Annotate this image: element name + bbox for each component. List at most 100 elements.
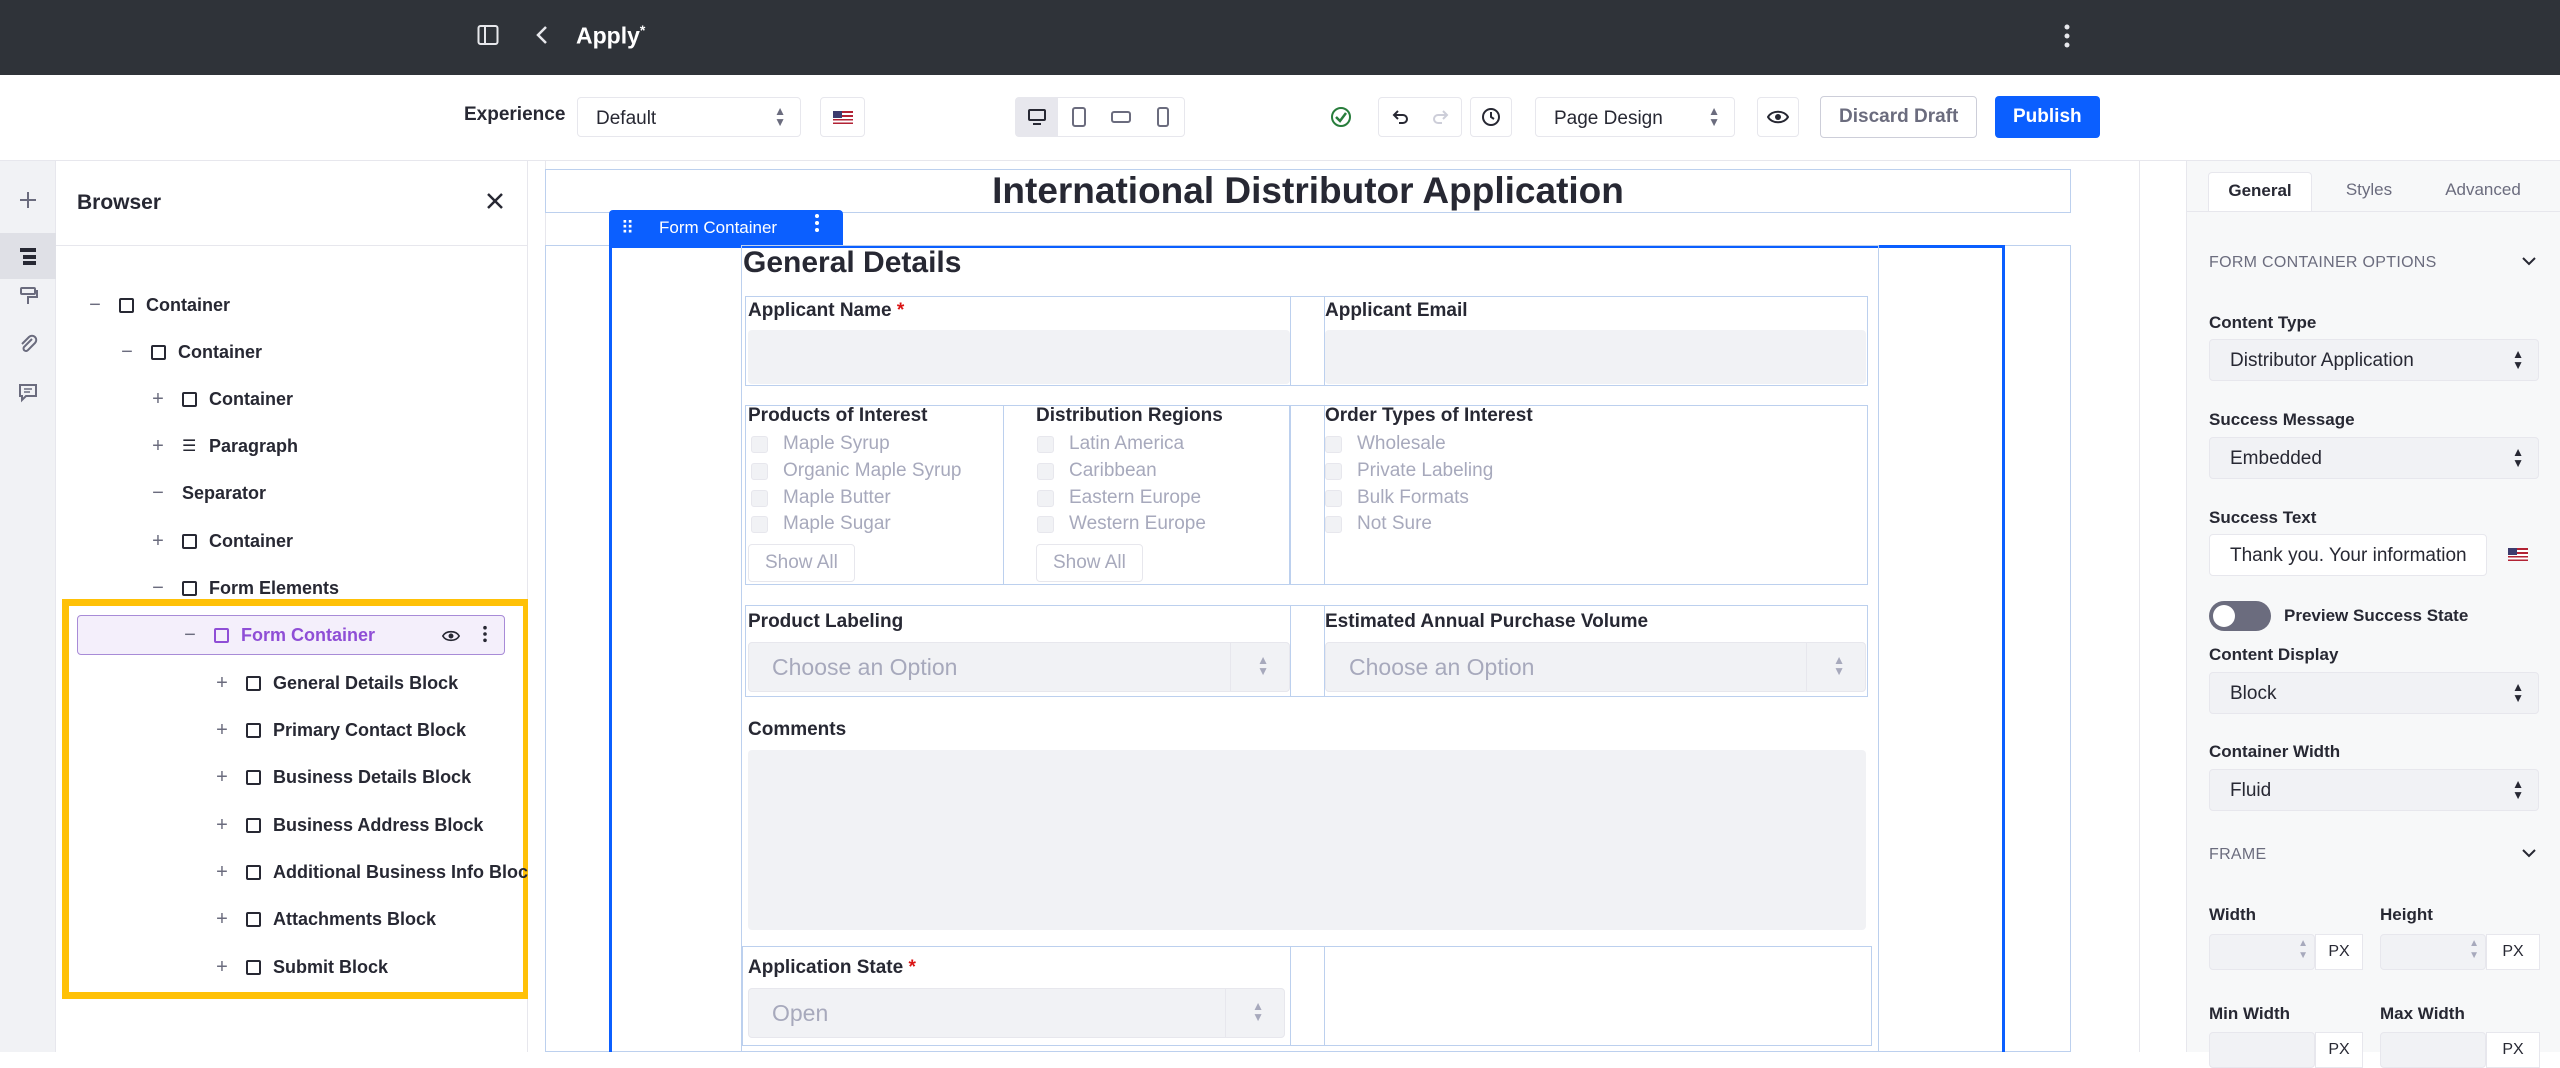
- tab-general[interactable]: General: [2208, 172, 2312, 212]
- collapse-icon[interactable]: −: [85, 294, 105, 317]
- height-unit[interactable]: PX: [2486, 934, 2540, 970]
- tree-item[interactable]: + ☰ Paragraph: [148, 431, 298, 461]
- comments-textarea[interactable]: [748, 750, 1866, 930]
- browser-tree-icon[interactable]: [0, 233, 56, 279]
- chevron-down-icon[interactable]: [2521, 254, 2537, 272]
- tree-item[interactable]: + General Details Block: [212, 668, 458, 698]
- checkbox[interactable]: [751, 435, 768, 453]
- applicant-email-input[interactable]: [1325, 330, 1866, 384]
- kebab-menu-icon[interactable]: [2063, 24, 2071, 52]
- expand-icon[interactable]: +: [148, 435, 168, 458]
- history-button[interactable]: [1470, 97, 1512, 137]
- chevron-down-icon[interactable]: [2521, 846, 2537, 864]
- expand-icon[interactable]: +: [212, 908, 232, 931]
- content-type-select[interactable]: Distributor Application ▲ ▼: [2209, 339, 2539, 381]
- tree-item[interactable]: + Submit Block: [212, 952, 388, 982]
- checkbox[interactable]: [1037, 489, 1054, 507]
- checkbox-option[interactable]: Bulk Formats: [1325, 487, 1469, 509]
- form-container-options-heading[interactable]: FORM CONTAINER OPTIONS: [2209, 254, 2437, 272]
- page-heading[interactable]: International Distributor Application: [545, 169, 2071, 213]
- checkbox-option[interactable]: Western Europe: [1037, 513, 1206, 535]
- paperclip-icon[interactable]: [0, 333, 56, 363]
- height-input[interactable]: ▲ ▼: [2380, 934, 2486, 970]
- expand-icon[interactable]: +: [148, 388, 168, 411]
- tree-item[interactable]: + Attachments Block: [212, 904, 436, 934]
- checkbox-option[interactable]: Maple Sugar: [751, 513, 891, 535]
- checkbox[interactable]: [1325, 515, 1342, 533]
- expand-icon[interactable]: +: [148, 530, 168, 553]
- undo-icon[interactable]: [1379, 109, 1420, 125]
- show-all-products-button[interactable]: Show All: [748, 544, 855, 582]
- tab-advanced[interactable]: Advanced: [2424, 172, 2542, 212]
- tree-item[interactable]: − Form Elements: [148, 573, 339, 603]
- min-width-unit[interactable]: PX: [2315, 1032, 2363, 1068]
- checkbox-option[interactable]: Organic Maple Syrup: [751, 460, 961, 482]
- drag-handle-icon[interactable]: ⠿: [621, 210, 634, 246]
- tree-item[interactable]: − Container: [85, 290, 230, 320]
- checkbox-option[interactable]: Maple Syrup: [751, 433, 890, 455]
- checkbox-option[interactable]: Wholesale: [1325, 433, 1446, 455]
- tree-item[interactable]: + Business Details Block: [212, 762, 471, 792]
- success-text-input[interactable]: Thank you. Your information: [2209, 534, 2487, 576]
- add-fragment-icon[interactable]: [0, 189, 56, 219]
- landscape-view-icon[interactable]: [1100, 110, 1142, 124]
- max-width-input[interactable]: [2380, 1032, 2486, 1068]
- checkbox[interactable]: [1037, 435, 1054, 453]
- checkbox[interactable]: [1325, 435, 1342, 453]
- volume-select[interactable]: Choose an Option ▲ ▼: [1325, 642, 1866, 692]
- checkbox[interactable]: [1325, 462, 1342, 480]
- checkbox[interactable]: [1037, 515, 1054, 533]
- expand-icon[interactable]: +: [212, 814, 232, 837]
- mode-select[interactable]: Page Design ▲ ▼: [1535, 97, 1735, 137]
- collapse-icon[interactable]: −: [180, 624, 200, 647]
- sidebar-toggle-icon[interactable]: [477, 24, 499, 50]
- discard-draft-button[interactable]: Discard Draft: [1820, 96, 1978, 138]
- width-input[interactable]: ▲ ▼: [2209, 934, 2315, 970]
- checkbox-option[interactable]: Private Labeling: [1325, 460, 1493, 482]
- tree-item[interactable]: + Container: [148, 384, 293, 414]
- applicant-name-input[interactable]: [748, 330, 1290, 384]
- labeling-select[interactable]: Choose an Option ▲ ▼: [748, 642, 1290, 692]
- tree-item[interactable]: + Container: [148, 526, 293, 556]
- checkbox[interactable]: [751, 462, 768, 480]
- expand-icon[interactable]: +: [212, 672, 232, 695]
- back-arrow-icon[interactable]: [535, 24, 549, 50]
- success-message-select[interactable]: Embedded ▲ ▼: [2209, 437, 2539, 479]
- checkbox-option[interactable]: Eastern Europe: [1037, 487, 1201, 509]
- preview-button[interactable]: [1757, 97, 1799, 137]
- collapse-icon[interactable]: −: [148, 482, 168, 505]
- content-display-select[interactable]: Block ▲ ▼: [2209, 672, 2539, 714]
- checkbox[interactable]: [1325, 489, 1342, 507]
- paint-roller-icon[interactable]: [0, 285, 56, 315]
- checkbox[interactable]: [751, 489, 768, 507]
- width-unit[interactable]: PX: [2315, 934, 2363, 970]
- checkbox[interactable]: [1037, 462, 1054, 480]
- experience-select[interactable]: Default ▲ ▼: [577, 97, 801, 137]
- tree-item[interactable]: − Form Container: [180, 620, 487, 650]
- tree-item[interactable]: + Business Address Block: [212, 810, 483, 840]
- min-width-input[interactable]: [2209, 1032, 2315, 1068]
- kebab-icon[interactable]: [814, 210, 820, 246]
- checkbox-option[interactable]: Caribbean: [1037, 460, 1157, 482]
- form-container-tag[interactable]: ⠿ Form Container: [609, 210, 843, 246]
- checkbox-option[interactable]: Maple Butter: [751, 487, 891, 509]
- kebab-icon[interactable]: [482, 625, 488, 648]
- redo-icon[interactable]: [1420, 109, 1461, 125]
- collapse-icon[interactable]: −: [148, 577, 168, 600]
- tree-item[interactable]: − Container: [117, 337, 262, 367]
- comments-icon[interactable]: [0, 381, 56, 411]
- app-state-select[interactable]: Open ▲ ▼: [748, 988, 1285, 1038]
- tablet-view-icon[interactable]: [1058, 107, 1100, 127]
- container-width-select[interactable]: Fluid ▲ ▼: [2209, 769, 2539, 811]
- expand-icon[interactable]: +: [212, 861, 232, 884]
- publish-button[interactable]: Publish: [1995, 96, 2100, 138]
- collapse-icon[interactable]: −: [117, 341, 137, 364]
- checkbox-option[interactable]: Not Sure: [1325, 513, 1432, 535]
- tree-item[interactable]: + Additional Business Info Block: [212, 857, 538, 887]
- tab-styles[interactable]: Styles: [2322, 172, 2416, 212]
- show-all-regions-button[interactable]: Show All: [1036, 544, 1143, 582]
- expand-icon[interactable]: +: [212, 766, 232, 789]
- visibility-eye-icon[interactable]: [441, 627, 461, 648]
- max-width-unit[interactable]: PX: [2486, 1032, 2540, 1068]
- tree-item[interactable]: − Separator: [148, 478, 266, 508]
